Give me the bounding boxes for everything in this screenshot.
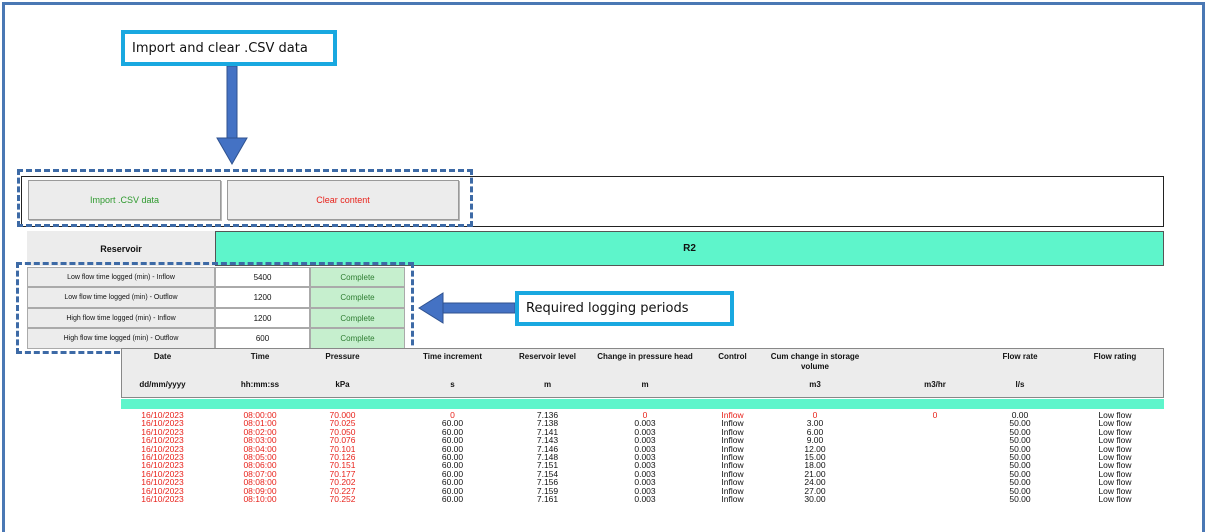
flow-rating-cell: Low flow <box>1098 494 1132 505</box>
unit-time-increment: s <box>450 380 455 389</box>
pressure-column: 70.000 70.025 70.050 70.076 70.101 70.126 70.1… <box>300 411 385 505</box>
col-header-reservoir-level: Reservoir level <box>519 352 576 361</box>
head-change-cell: 0.003 <box>634 494 656 505</box>
col-header-flow-rating: Flow rating <box>1093 352 1137 361</box>
col-header-pressure-head: Change in pressure head <box>597 352 693 361</box>
unit-reservoir-level: m <box>543 380 552 389</box>
buttons-dashed-highlight <box>17 169 473 227</box>
date-column: 16/10/2023 16/10/2023 16/10/2023 16/10/2023… <box>120 411 205 505</box>
head-change-column: 0 0.003 0.003 0.003 0.003 0.003 0.003 0.003 0.00… <box>585 411 705 505</box>
time-column: 08:00:00 08:01:00 08:02:00 08:03:00 08:04:00… <box>215 411 305 505</box>
unit-pressure: kPa <box>335 380 350 389</box>
flow-rating-column: Low flow Low flow Low flow Low flow Low flow… <box>1075 411 1155 505</box>
level-column: 7.136 7.138 7.141 7.143 7.146 7.148 7.151 7.154… <box>500 411 595 505</box>
data-table-band <box>121 399 1164 409</box>
time-cell: 08:10:00 <box>243 494 277 505</box>
cum-storage-column: 0 3.00 6.00 9.00 12.00 15.00 18.00 21.00 24.00 27… <box>760 411 870 505</box>
col-header-cum-storage: Cum change in storage volume <box>770 352 860 371</box>
reservoir-label: Reservoir <box>27 231 215 266</box>
col-header-flow-rate: Flow rate <box>1002 352 1038 361</box>
unit-pressure-head: m <box>641 380 649 389</box>
col-header-time: Time <box>250 352 270 361</box>
logging-periods-callout: Required logging periods <box>515 291 734 326</box>
reservoir-value: R2 <box>215 231 1164 266</box>
unit-cum-storage: m3 <box>809 380 821 389</box>
control-column: Inflow Inflow Inflow Inflow Inflow Inflow Infl… <box>705 411 760 505</box>
left-arrow-icon <box>418 292 516 324</box>
control-cell: Inflow <box>721 494 744 505</box>
col-header-time-increment: Time increment <box>423 352 482 361</box>
cum-storage-cell: 30.00 <box>804 494 826 505</box>
m3hr-value: 0 <box>932 410 938 420</box>
import-clear-callout: Import and clear .CSV data <box>121 30 337 66</box>
col-header-date: Date <box>153 352 172 361</box>
import-clear-callout-text: Import and clear .CSV data <box>132 40 308 56</box>
date-cell: 16/10/2023 <box>141 494 184 505</box>
pressure-cell: 70.252 <box>329 494 356 505</box>
unit-flow-rate: l/s <box>1015 380 1025 389</box>
unit-m3hr: m3/hr <box>924 380 946 389</box>
col-header-control: Control <box>718 352 747 361</box>
increment-cell: 60.00 <box>441 494 464 505</box>
level-cell: 7.161 <box>536 494 559 505</box>
unit-time: hh:mm:ss <box>240 380 280 389</box>
m3hr-column: 0 <box>895 410 975 420</box>
flow-rate-cell: 50.00 <box>1009 494 1031 505</box>
flow-rate-column: 0.00 50.00 50.00 50.00 50.00 50.00 50.00 50.00 5… <box>985 411 1055 505</box>
logging-periods-callout-text: Required logging periods <box>526 301 689 316</box>
increment-column: 0 60.00 60.00 60.00 60.00 60.00 60.00 60.00 60.0… <box>410 411 495 505</box>
logging-dashed-highlight <box>16 262 414 354</box>
unit-date: dd/mm/yyyy <box>139 380 186 389</box>
down-arrow-icon <box>216 66 248 166</box>
col-header-pressure: Pressure <box>325 352 360 361</box>
